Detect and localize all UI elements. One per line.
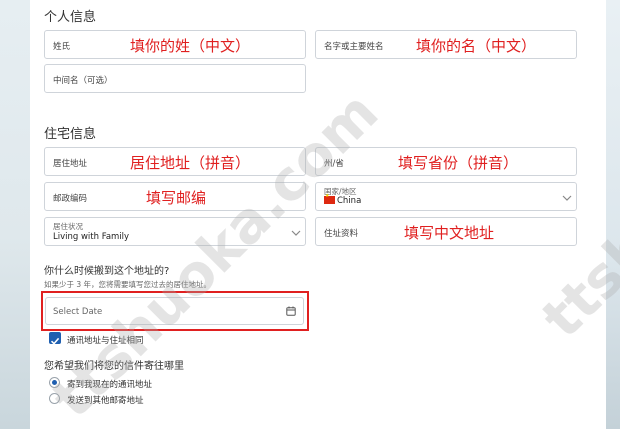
living-status-label: 居住状况 <box>53 222 83 231</box>
given-name-label: 名字或主要姓名 <box>324 42 384 52</box>
living-status-select[interactable]: 居住状况 Living with Family <box>44 217 306 246</box>
section-title-residence: 住宅信息 <box>44 127 97 142</box>
surname-label: 姓氏 <box>53 42 71 52</box>
mailing-same-label: 通讯地址与住址相同 <box>67 336 144 346</box>
move-in-question: 你什么时候搬到这个地址的? <box>44 266 170 277</box>
country-value: China <box>324 193 362 206</box>
state-label: 州/省 <box>324 159 344 169</box>
background-left <box>0 0 30 429</box>
section-title-personal: 个人信息 <box>44 10 97 25</box>
address-note: 居住地址（拼音） <box>130 154 251 172</box>
address-label: 居住地址 <box>53 159 88 169</box>
country-name: China <box>337 196 362 206</box>
radio-other-address-label: 发送到其他邮寄地址 <box>67 396 144 406</box>
radio-other-address[interactable] <box>49 393 60 404</box>
address-detail-note: 填写中文地址 <box>404 224 495 242</box>
mail-pref-question: 您希望我们将您的信件寄往哪里 <box>44 361 184 372</box>
radio-current-address[interactable] <box>49 377 60 388</box>
radio-current-address-label: 寄到我现在的通讯地址 <box>67 380 153 390</box>
chevron-down-icon <box>291 230 301 236</box>
postal-note: 填写邮编 <box>146 189 207 207</box>
middle-name-field[interactable]: 中间名（可选） <box>44 64 306 93</box>
postal-label: 邮政编码 <box>53 194 88 204</box>
surname-note: 填你的姓（中文） <box>130 37 251 55</box>
mailing-same-checkbox[interactable] <box>49 332 61 345</box>
calendar-icon[interactable] <box>286 306 296 316</box>
date-placeholder: Select Date <box>53 307 103 317</box>
chevron-down-icon <box>562 195 572 201</box>
middle-name-label: 中间名（可选） <box>53 76 113 86</box>
checkmark-icon <box>50 337 60 345</box>
address-detail-label: 住址资料 <box>324 229 359 239</box>
move-in-hint: 如果少于 3 年，您将需要填写您过去的居住地址。 <box>44 280 212 289</box>
move-in-date-picker[interactable]: Select Date <box>45 297 304 325</box>
background-right <box>606 0 620 429</box>
china-flag-icon <box>324 193 335 204</box>
state-note: 填写省份（拼音） <box>398 154 519 172</box>
given-name-note: 填你的名（中文） <box>416 37 537 55</box>
country-select[interactable]: 国家/地区 China <box>315 182 577 211</box>
living-status-value: Living with Family <box>53 232 130 242</box>
